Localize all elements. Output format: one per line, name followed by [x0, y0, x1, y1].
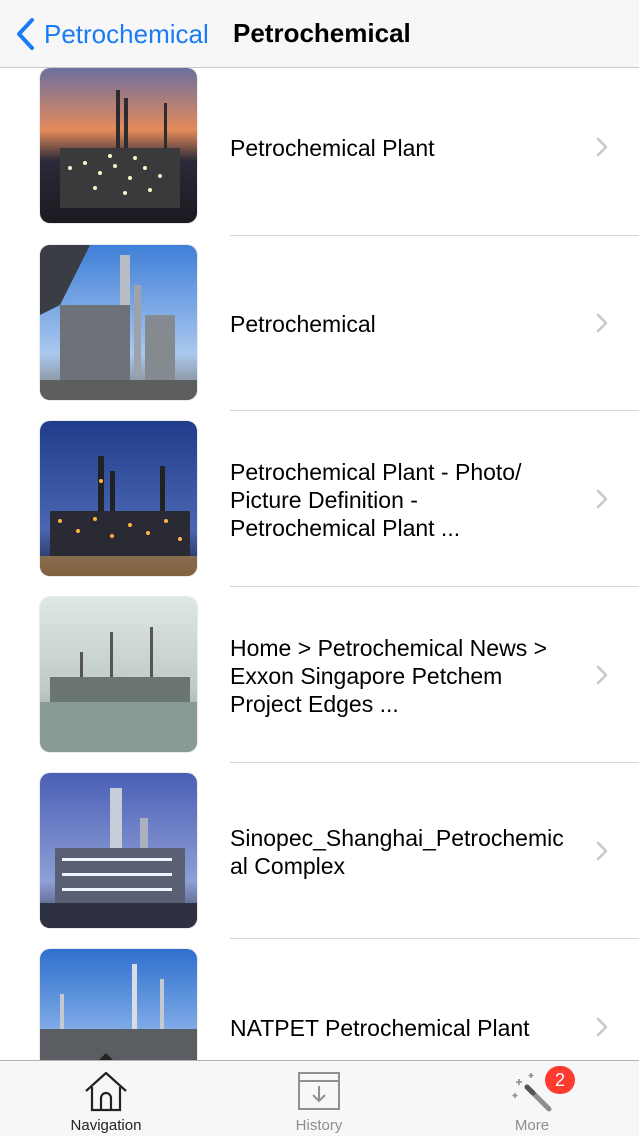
chevron-right-icon — [596, 313, 608, 333]
refinery-daytime-thumbnail — [40, 245, 197, 400]
row-divider — [230, 762, 639, 763]
refinery-night-thumbnail — [40, 421, 197, 576]
list-item[interactable]: NATPET Petrochemical Plant — [0, 940, 639, 1060]
tab-navigation-label: Navigation — [70, 1117, 142, 1134]
chevron-right-icon — [596, 137, 608, 157]
list-item[interactable]: Home > Petrochemical News > Exxon Singap… — [0, 588, 639, 764]
home-icon — [85, 1071, 127, 1112]
list-item-label: Petrochemical Plant - Photo/ Picture Def… — [230, 459, 522, 541]
list-item-label: Petrochemical — [230, 311, 376, 337]
chevron-left-icon — [17, 18, 34, 50]
refinery-towers-thumbnail — [40, 949, 197, 1060]
list-item-label: Sinopec_Shanghai_Petrochemic al Complex — [230, 825, 564, 879]
tab-more[interactable]: More — [452, 1061, 612, 1137]
chevron-right-icon — [596, 489, 608, 509]
list-item-label: NATPET Petrochemical Plant — [230, 1015, 530, 1041]
notification-badge: 2 — [545, 1066, 575, 1094]
tab-more-label: More — [514, 1117, 550, 1134]
refinery-waterfront-thumbnail — [40, 597, 197, 752]
inbox-download-icon — [298, 1072, 340, 1110]
chevron-right-icon — [596, 1017, 608, 1037]
results-list[interactable]: Petrochemical Plant Petrochemical Petroc… — [0, 68, 639, 1060]
tab-bar: Navigation History More — [0, 1060, 639, 1136]
page-title: Petrochemical — [233, 18, 411, 48]
row-divider — [230, 938, 639, 939]
list-item[interactable]: Petrochemical Plant — [0, 68, 639, 236]
list-item[interactable]: Petrochemical Plant - Photo/ Picture Def… — [0, 412, 639, 588]
tab-navigation[interactable]: Navigation — [26, 1061, 186, 1137]
back-button[interactable]: Petrochemical — [14, 14, 209, 54]
refinery-sunset-thumbnail — [40, 68, 197, 223]
chevron-right-icon — [596, 841, 608, 861]
back-button-label: Petrochemical — [44, 18, 209, 49]
selected-tab-indicator — [99, 1053, 113, 1060]
list-item-label: Petrochemical Plant — [230, 135, 435, 161]
chevron-right-icon — [596, 665, 608, 685]
list-item[interactable]: Sinopec_Shanghai_Petrochemic al Complex — [0, 764, 639, 940]
refinery-dusk-thumbnail — [40, 773, 197, 928]
row-divider — [230, 410, 639, 411]
list-item[interactable]: Petrochemical — [0, 236, 639, 412]
navigation-bar: Petrochemical Petrochemical — [0, 0, 639, 68]
tab-history-label: History — [295, 1117, 343, 1134]
tab-history[interactable]: History — [239, 1061, 399, 1137]
row-divider — [230, 586, 639, 587]
list-item-label: Home > Petrochemical News > Exxon Singap… — [230, 635, 548, 717]
